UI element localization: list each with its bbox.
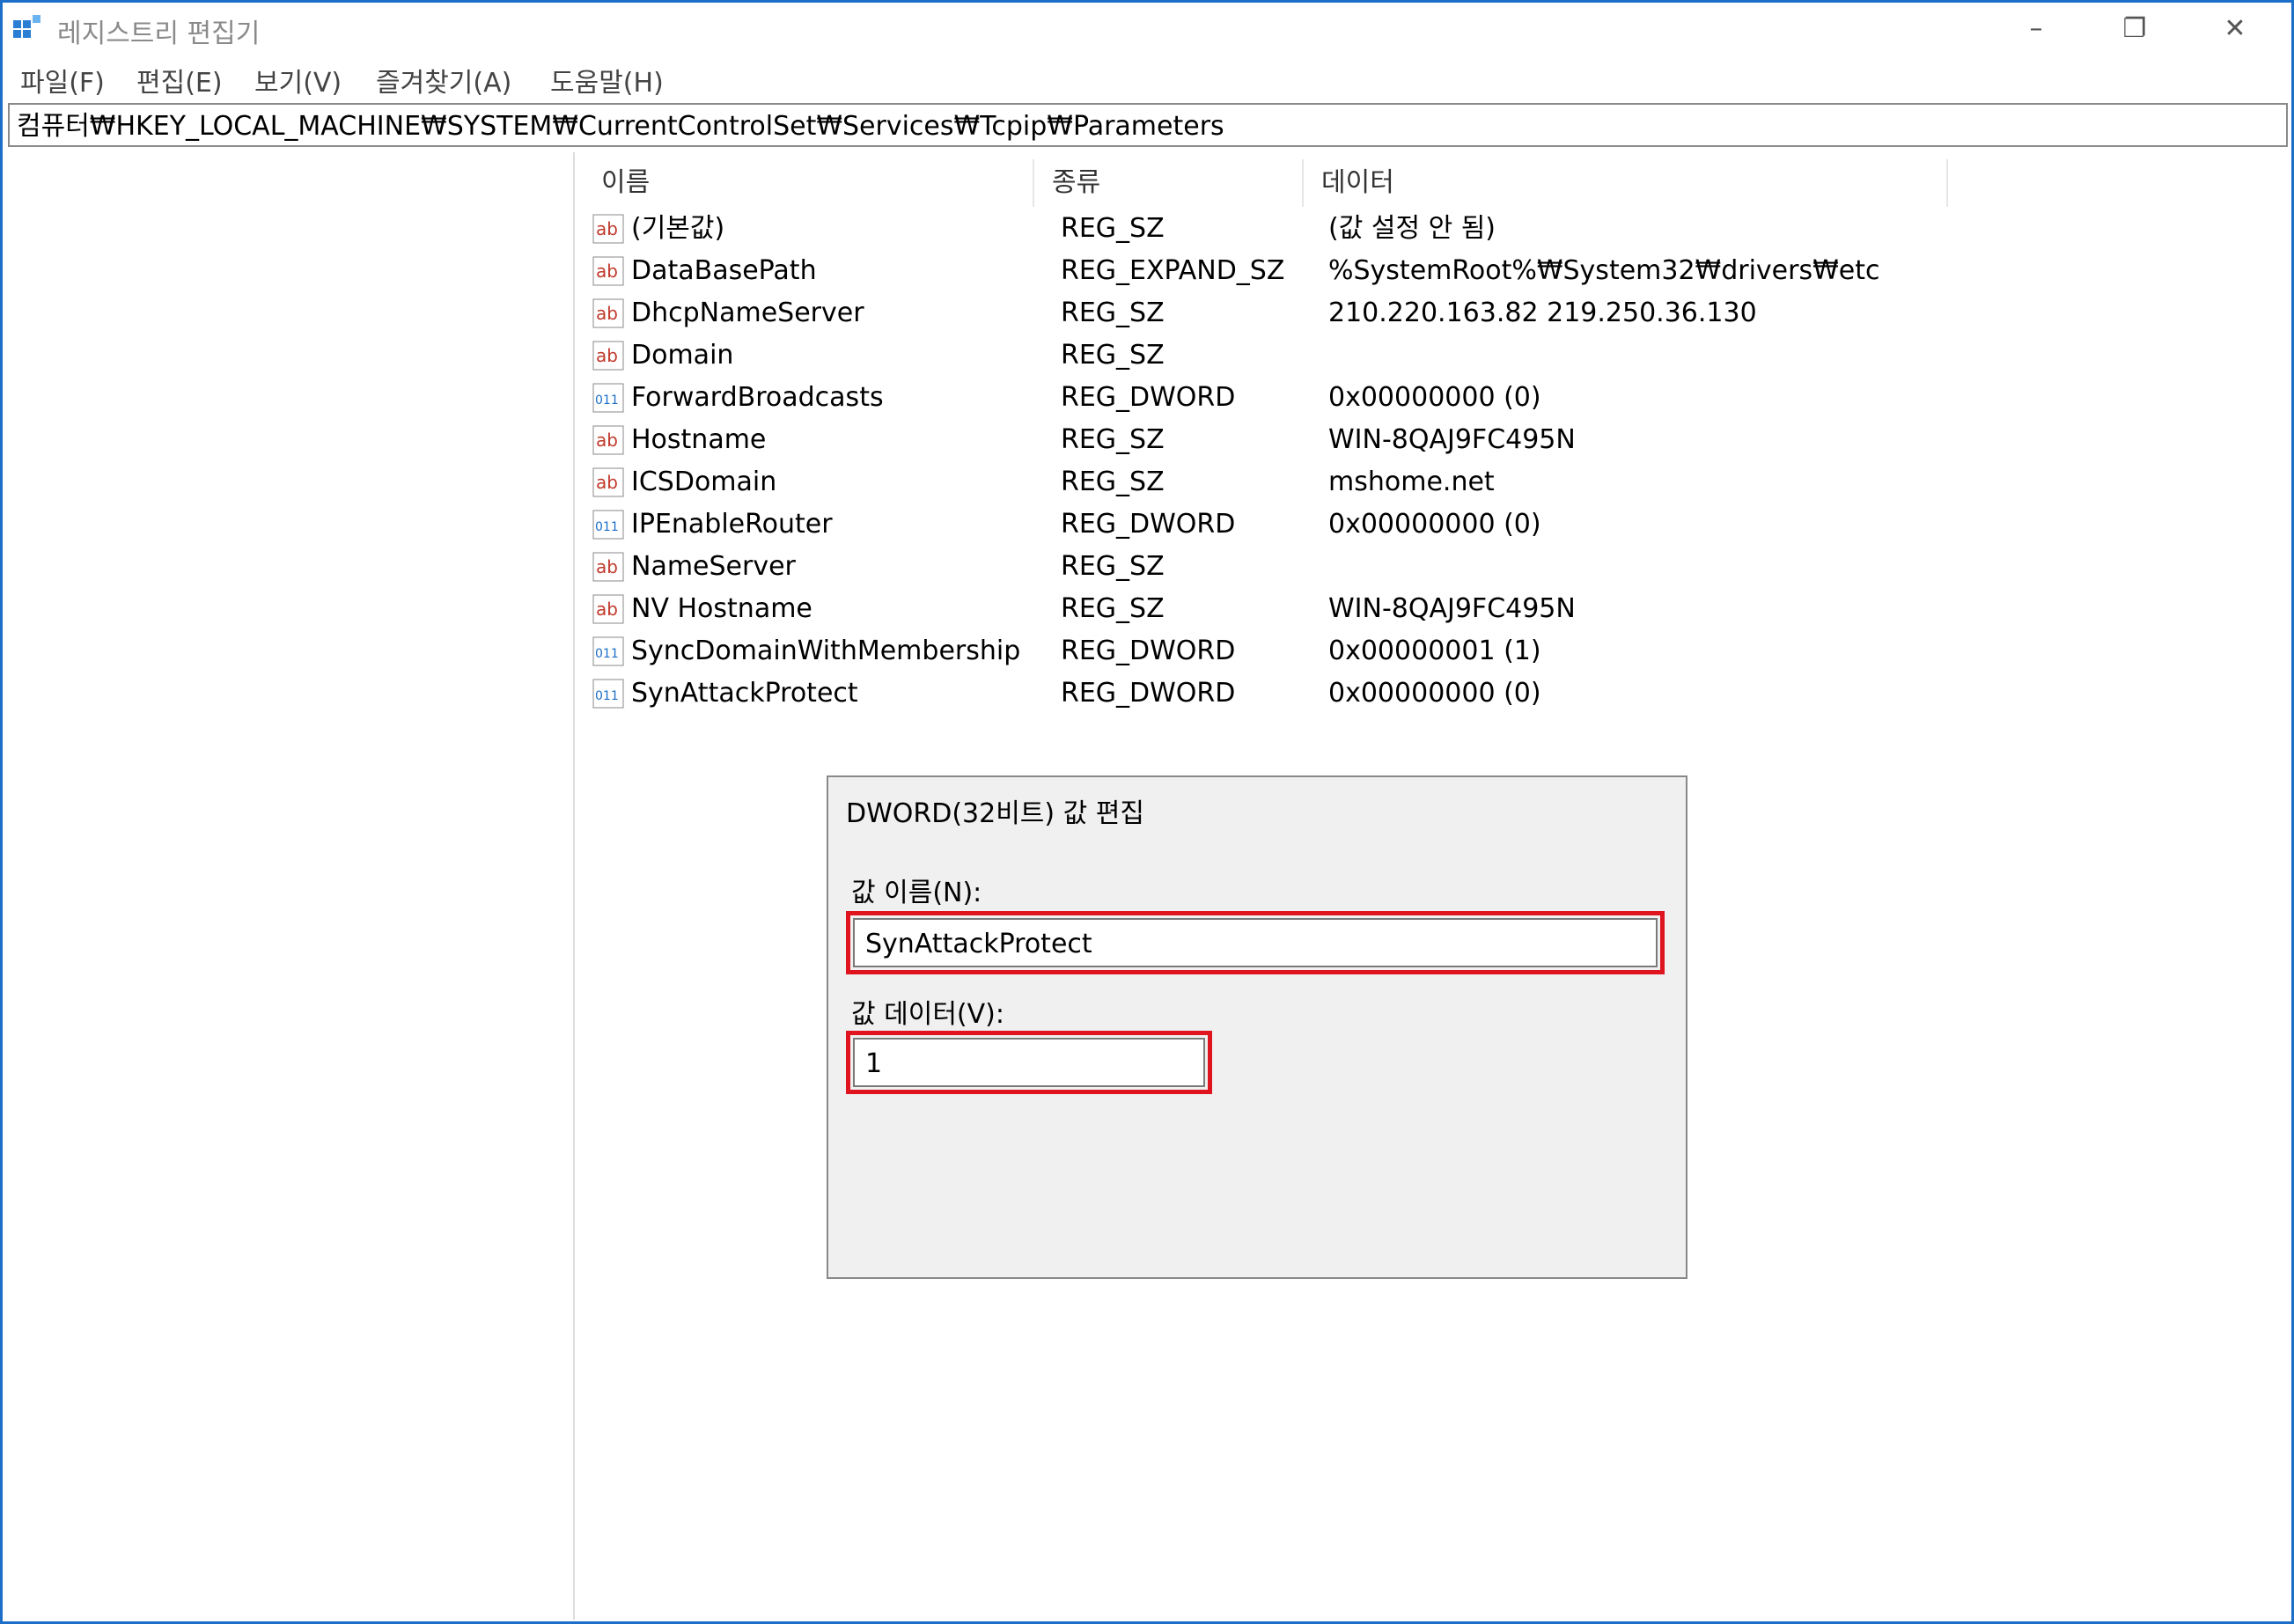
column-header-data[interactable]: 데이터	[1304, 159, 1948, 207]
edit-dword-dialog: DWORD(32비트) 값 편집 값 이름(N): SynAttackProte…	[827, 775, 1687, 1279]
value-name: ICSDomain	[631, 467, 777, 497]
binary-icon: 011	[592, 636, 624, 666]
value-row[interactable]: ab DataBasePath REG_EXPAND_SZ %SystemRoot%₩…	[592, 251, 1913, 291]
string-icon: ab	[592, 425, 624, 455]
registry-key-tree[interactable]	[8, 152, 575, 1620]
minimize-button[interactable]: –	[1992, 8, 2080, 50]
value-data: 210.220.163.82 219.250.36.130	[1328, 298, 1757, 328]
value-type: REG_DWORD	[1061, 678, 1236, 709]
value-data: 0x00000000 (0)	[1328, 509, 1541, 540]
value-data: mshome.net	[1328, 467, 1495, 497]
value-data-highlight	[846, 1031, 1212, 1094]
value-row[interactable]: ab DhcpNameServer REG_SZ 210.220.163.82 219…	[592, 293, 1913, 334]
svg-text:011: 011	[595, 647, 619, 661]
value-data: 0x00000000 (0)	[1328, 382, 1541, 413]
value-data-label: 값 데이터(V):	[851, 999, 1004, 1030]
string-icon: ab	[592, 256, 624, 286]
value-row[interactable]: ab NameServer REG_SZ	[592, 547, 1913, 587]
value-type: REG_SZ	[1061, 340, 1165, 371]
binary-icon: 011	[592, 383, 624, 413]
close-button[interactable]: ✕	[2191, 8, 2279, 50]
svg-text:ab: ab	[596, 218, 618, 239]
string-icon: ab	[592, 214, 624, 244]
value-name: DhcpNameServer	[631, 298, 864, 328]
value-data: 0x00000001 (1)	[1328, 636, 1541, 666]
value-name: IPEnableRouter	[631, 509, 833, 540]
menu-help[interactable]: 도움말(H)	[550, 61, 664, 99]
value-name: SyncDomainWithMembership	[631, 636, 1021, 666]
value-row[interactable]: ab Hostname REG_SZ WIN-8QAJ9FC495N	[592, 420, 1913, 460]
value-name: SynAttackProtect	[631, 678, 858, 709]
svg-text:ab: ab	[596, 345, 618, 366]
menu-edit[interactable]: 편집(E)	[136, 61, 223, 99]
svg-text:011: 011	[595, 520, 619, 534]
value-type: REG_SZ	[1061, 593, 1165, 624]
dialog-title: DWORD(32비트) 값 편집	[846, 798, 1144, 829]
value-row[interactable]: ab Domain REG_SZ	[592, 335, 1913, 376]
title-bar: 레지스트리 편집기 – ❐ ✕	[3, 3, 2291, 55]
address-bar[interactable]: 컴퓨터₩HKEY_LOCAL_MACHINE₩SYSTEM₩CurrentCon…	[8, 103, 2288, 147]
restore-button[interactable]: ❐	[2091, 8, 2179, 50]
svg-text:ab: ab	[596, 556, 618, 577]
value-data: WIN-8QAJ9FC495N	[1328, 593, 1576, 624]
value-type: REG_SZ	[1061, 298, 1165, 328]
value-type: REG_SZ	[1061, 213, 1165, 244]
registry-editor-window: 레지스트리 편집기 – ❐ ✕ 파일(F) 편집(E) 보기(V) 즐겨찾기(A…	[0, 0, 2294, 1624]
value-row[interactable]: ab ICSDomain REG_SZ mshome.net	[592, 462, 1913, 503]
binary-icon: 011	[592, 679, 624, 709]
column-header-type[interactable]: 종류	[1034, 159, 1304, 207]
value-type: REG_EXPAND_SZ	[1061, 255, 1285, 286]
value-name-highlight	[846, 911, 1665, 974]
column-header-name[interactable]: 이름	[584, 159, 1034, 207]
svg-text:ab: ab	[596, 472, 618, 493]
string-icon: ab	[592, 552, 624, 582]
value-type: REG_SZ	[1061, 551, 1165, 582]
value-name: Domain	[631, 340, 734, 371]
svg-text:ab: ab	[596, 261, 618, 282]
binary-icon: 011	[592, 510, 624, 540]
menu-view[interactable]: 보기(V)	[254, 61, 342, 99]
value-row[interactable]: ab (기본값) REG_SZ (값 설정 안 됨)	[592, 209, 1913, 249]
string-icon: ab	[592, 467, 624, 497]
value-data: %SystemRoot%₩System32₩drivers₩etc	[1328, 255, 1880, 286]
value-name: DataBasePath	[631, 255, 817, 286]
menu-favorites[interactable]: 즐겨찾기(A)	[376, 61, 511, 99]
string-icon: ab	[592, 298, 624, 328]
svg-text:011: 011	[595, 393, 619, 408]
value-name: NameServer	[631, 551, 796, 582]
menu-bar: 파일(F) 편집(E) 보기(V) 즐겨찾기(A) 도움말(H)	[3, 57, 2291, 99]
value-row[interactable]: 011 IPEnableRouter REG_DWORD 0x00000000 (0)	[592, 504, 1913, 545]
value-name: NV Hostname	[631, 593, 812, 624]
menu-file[interactable]: 파일(F)	[20, 61, 105, 99]
value-row[interactable]: 011 ForwardBroadcasts REG_DWORD 0x00000000 …	[592, 378, 1913, 418]
svg-text:ab: ab	[596, 599, 618, 620]
value-data: (값 설정 안 됨)	[1328, 213, 1496, 244]
svg-text:ab: ab	[596, 303, 618, 324]
value-name: (기본값)	[631, 213, 725, 244]
value-row[interactable]: ab NV Hostname REG_SZ WIN-8QAJ9FC495N	[592, 589, 1913, 629]
window-title: 레지스트리 편집기	[57, 18, 261, 49]
svg-text:011: 011	[595, 689, 619, 703]
value-type: REG_DWORD	[1061, 382, 1236, 413]
value-type: REG_DWORD	[1061, 636, 1236, 666]
value-name-label: 값 이름(N):	[851, 878, 982, 908]
svg-text:ab: ab	[596, 430, 618, 451]
value-type: REG_SZ	[1061, 467, 1165, 497]
value-type: REG_SZ	[1061, 424, 1165, 455]
value-name: ForwardBroadcasts	[631, 382, 884, 413]
regedit-app-icon	[13, 15, 40, 38]
value-data: 0x00000000 (0)	[1328, 678, 1541, 709]
value-type: REG_DWORD	[1061, 509, 1236, 540]
string-icon: ab	[592, 594, 624, 624]
value-row[interactable]: 011 SynAttackProtect REG_DWORD 0x00000000 (…	[592, 673, 1913, 714]
string-icon: ab	[592, 341, 624, 371]
value-name: Hostname	[631, 424, 767, 455]
value-data: WIN-8QAJ9FC495N	[1328, 424, 1576, 455]
value-row[interactable]: 011 SyncDomainWithMembership REG_DWORD 0x00…	[592, 631, 1913, 672]
